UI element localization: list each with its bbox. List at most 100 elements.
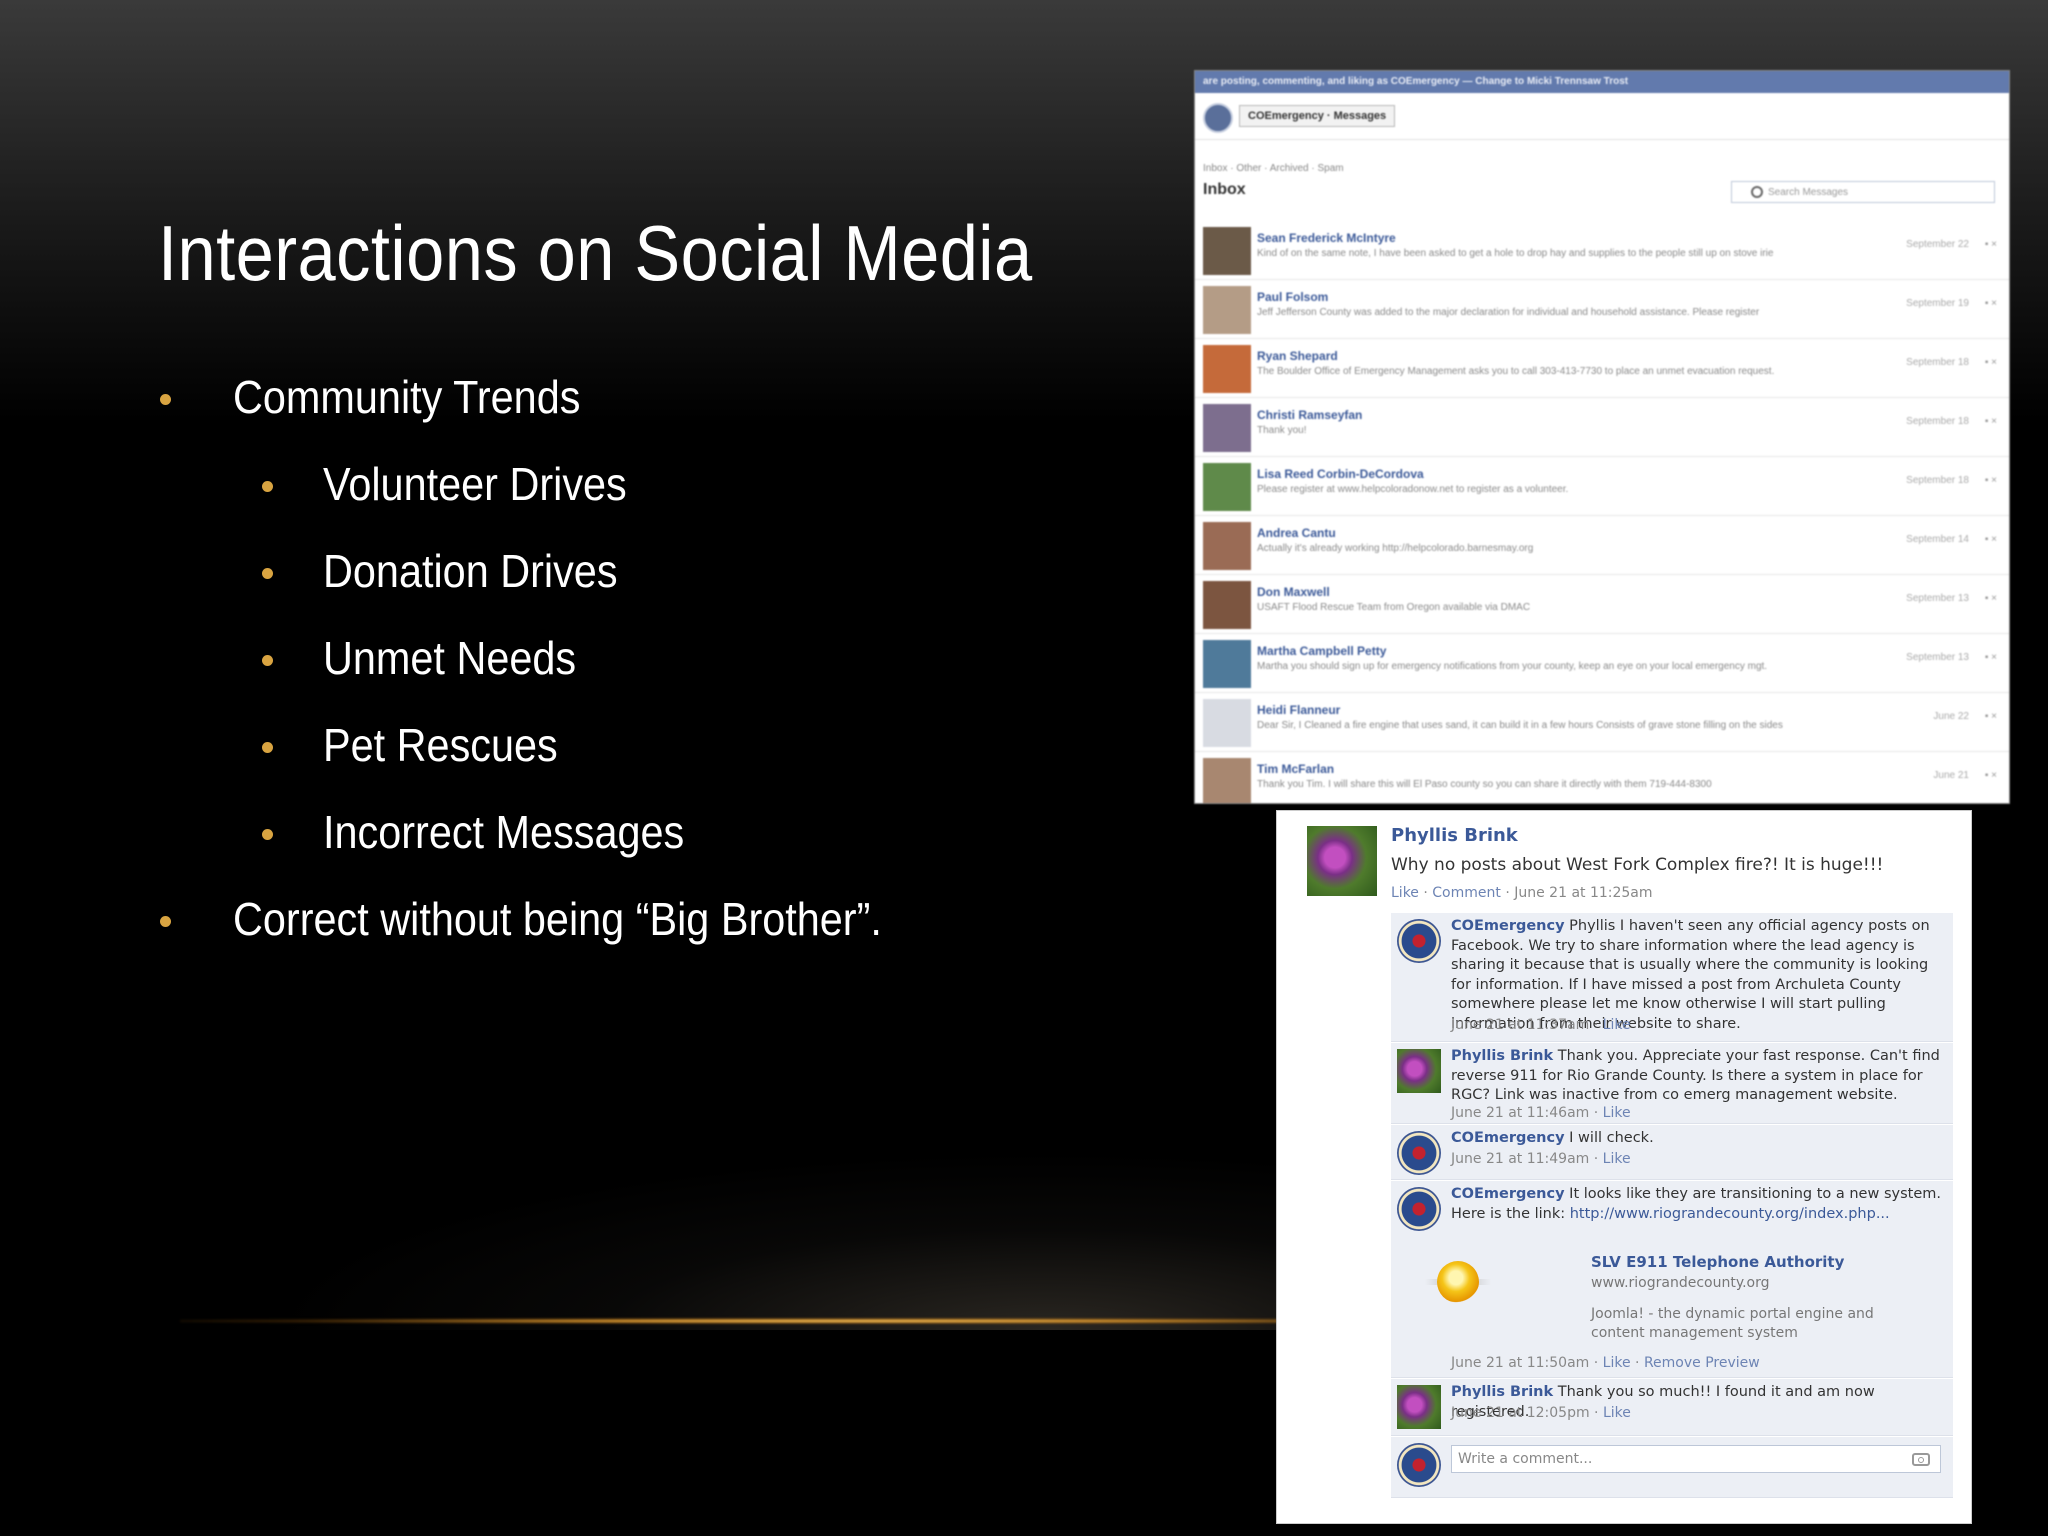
comment-link[interactable]: Comment [1432, 885, 1501, 901]
sender-name[interactable]: Sean Frederick McIntyre [1257, 231, 1396, 245]
comment-input[interactable]: Write a comment... [1451, 1445, 1941, 1473]
comment-meta: June 21 at 11:46am · Like [1451, 1105, 1631, 1121]
avatar [1397, 919, 1441, 963]
camera-icon[interactable] [1912, 1453, 1930, 1466]
message-date: June 21 [1933, 770, 1969, 781]
avatar [1203, 699, 1251, 747]
message-preview: Please register at www.helpcoloradonow.n… [1257, 484, 1569, 495]
message-date: September 18 [1906, 416, 1969, 427]
message-actions-icon[interactable]: ▪ × [1985, 239, 1997, 250]
comment-link[interactable]: http://www.riograndecounty.org/index.php… [1570, 1206, 1890, 1222]
bullet-item: Incorrect Messages [323, 806, 685, 858]
comment-meta: June 21 at 12:05pm · Like [1451, 1405, 1631, 1421]
message-actions-icon[interactable]: ▪ × [1985, 534, 1997, 545]
remove-preview-link[interactable]: Remove Preview [1644, 1355, 1760, 1371]
sender-name[interactable]: Heidi Flanneur [1257, 703, 1340, 717]
avatar [1203, 286, 1251, 334]
sender-name[interactable]: Paul Folsom [1257, 290, 1328, 304]
sender-name[interactable]: Andrea Cantu [1257, 526, 1336, 540]
comment: Phyllis Brink Thank you. Appreciate your… [1391, 1043, 1953, 1124]
sender-name[interactable]: Ryan Shepard [1257, 349, 1338, 363]
message-actions-icon[interactable]: ▪ × [1985, 711, 1997, 722]
post-text: Why no posts about West Fork Complex fir… [1391, 855, 1884, 875]
comment-meta: June 21 at 11:37am · Like [1451, 1017, 1631, 1033]
avatar [1397, 1049, 1441, 1093]
avatar [1307, 826, 1377, 896]
like-link[interactable]: Like [1603, 1405, 1631, 1421]
message-row[interactable]: Heidi Flanneur Dear Sir, I Cleaned a fire… [1195, 693, 2009, 752]
comment-composer: Write a comment... [1391, 1437, 1953, 1498]
avatar [1203, 522, 1251, 570]
sun-icon [1437, 1261, 1479, 1303]
comment-author[interactable]: Phyllis Brink [1451, 1048, 1553, 1064]
avatar [1397, 1187, 1441, 1231]
message-row[interactable]: Sean Frederick McIntyre Kind of on the sa… [1195, 221, 2009, 280]
message-actions-icon[interactable]: ▪ × [1985, 652, 1997, 663]
comment-time[interactable]: June 21 at 11:46am [1451, 1105, 1589, 1121]
comment-author[interactable]: COEmergency [1451, 1186, 1565, 1202]
message-row[interactable]: Lisa Reed Corbin-DeCordova Please registe… [1195, 457, 2009, 516]
message-preview: Jeff Jefferson County was added to the m… [1257, 307, 1760, 318]
message-row[interactable]: Don Maxwell USAFT Flood Rescue Team from … [1195, 575, 2009, 634]
comment-text: I will check. [1569, 1130, 1654, 1146]
comment-body: COEmergency It looks like they are trans… [1451, 1185, 1945, 1224]
inbox-heading: Inbox [1203, 181, 1246, 198]
avatar [1203, 345, 1251, 393]
comment-author[interactable]: COEmergency [1451, 918, 1565, 934]
post-author[interactable]: Phyllis Brink [1391, 825, 1518, 846]
sender-name[interactable]: Don Maxwell [1257, 585, 1330, 599]
message-actions-icon[interactable]: ▪ × [1985, 770, 1997, 781]
like-link[interactable]: Like [1603, 1017, 1631, 1033]
sender-name[interactable]: Martha Campbell Petty [1257, 644, 1386, 658]
like-link[interactable]: Like [1603, 1355, 1631, 1371]
message-actions-icon[interactable]: ▪ × [1985, 593, 1997, 604]
message-actions-icon[interactable]: ▪ × [1985, 416, 1997, 427]
page-seal-icon [1203, 103, 1233, 133]
message-preview: Martha you should sign up for emergency … [1257, 661, 1768, 672]
avatar [1203, 463, 1251, 511]
message-row[interactable]: Ryan Shepard The Boulder Office of Emerge… [1195, 339, 2009, 398]
message-actions-icon[interactable]: ▪ × [1985, 298, 1997, 309]
comment-author[interactable]: Phyllis Brink [1451, 1384, 1553, 1400]
message-date: September 13 [1906, 593, 1969, 604]
message-date: September 14 [1906, 534, 1969, 545]
avatar [1203, 227, 1251, 275]
slide-title: Interactions on Social Media [158, 209, 1033, 297]
message-actions-icon[interactable]: ▪ × [1985, 357, 1997, 368]
message-row[interactable]: Martha Campbell Petty Martha you should s… [1195, 634, 2009, 693]
like-link[interactable]: Like [1391, 885, 1419, 901]
comment-thread-screenshot: Phyllis Brink Why no posts about West Fo… [1276, 810, 1972, 1524]
acting-as-bar[interactable]: are posting, commenting, and liking as C… [1195, 71, 2009, 93]
comment-meta: June 21 at 11:49am · Like [1451, 1151, 1631, 1167]
avatar [1203, 581, 1251, 629]
comment-input-placeholder: Write a comment... [1458, 1451, 1593, 1467]
comment-time[interactable]: June 21 at 11:37am [1451, 1017, 1589, 1033]
message-row[interactable]: Paul Folsom Jeff Jefferson County was add… [1195, 280, 2009, 339]
avatar [1203, 758, 1251, 803]
link-preview-url: www.riograndecounty.org [1591, 1275, 1770, 1291]
post-time[interactable]: June 21 at 11:25am [1514, 885, 1652, 901]
like-link[interactable]: Like [1603, 1105, 1631, 1121]
message-row[interactable]: Andrea Cantu Actually it's already workin… [1195, 516, 2009, 575]
sender-name[interactable]: Tim McFarlan [1257, 762, 1334, 776]
account-menu-button[interactable]: COEmergency · Messages [1239, 105, 1396, 127]
link-preview-title[interactable]: SLV E911 Telephone Authority [1591, 1253, 1844, 1271]
message-actions-icon[interactable]: ▪ × [1985, 475, 1997, 486]
message-search-input[interactable]: Search Messages [1731, 181, 1995, 203]
comment-time[interactable]: June 21 at 11:50am [1451, 1355, 1589, 1371]
sender-name[interactable]: Christi Ramseyfan [1257, 408, 1362, 422]
bullet-dot [262, 742, 273, 753]
bullet-dot [160, 394, 171, 405]
comment-time[interactable]: June 21 at 11:49am [1451, 1151, 1589, 1167]
comment-time[interactable]: June 21 at 12:05pm [1451, 1405, 1590, 1421]
bullet-item: Volunteer Drives [323, 458, 627, 510]
sender-name[interactable]: Lisa Reed Corbin-DeCordova [1257, 467, 1424, 481]
comment: COEmergency Phyllis I haven't seen any o… [1391, 913, 1953, 1042]
like-link[interactable]: Like [1603, 1151, 1631, 1167]
inbox-breadcrumb[interactable]: Inbox · Other · Archived · Spam [1203, 163, 1344, 174]
message-row[interactable]: Christi Ramseyfan Thank you! September 18 ▪… [1195, 398, 2009, 457]
bullet-item: Community Trends [233, 371, 581, 423]
message-row[interactable]: Tim McFarlan Thank you Tim. I will share … [1195, 752, 2009, 803]
comment-meta: June 21 at 11:50am · Like · Remove Previ… [1451, 1355, 1760, 1371]
comment-author[interactable]: COEmergency [1451, 1130, 1565, 1146]
